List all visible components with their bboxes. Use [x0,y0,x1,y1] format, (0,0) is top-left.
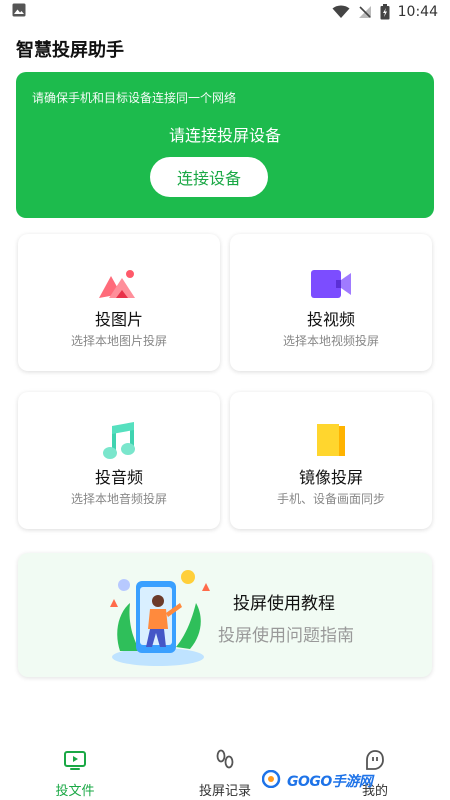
watermark-text: GOGO手游网 [287,774,373,790]
card-title: 镜像投屏 [298,468,363,487]
footprints-icon [213,748,237,772]
cast-video-card[interactable]: 投视频 选择本地视频投屏 [230,234,432,371]
network-tip: 请确保手机和目标设备连接同一个网络 [32,91,237,105]
no-signal-icon [358,5,372,19]
cast-image-card[interactable]: 投图片 选择本地图片投屏 [18,234,220,371]
gallery-notification-icon [12,3,26,21]
watermark-logo-icon [261,769,284,792]
image-icon [97,264,141,304]
tutorial-banner[interactable]: 投屏使用教程 投屏使用问题指南 [18,553,432,677]
card-title: 投图片 [94,310,143,329]
nav-cast-files[interactable]: 投文件 [35,740,115,800]
cast-audio-card[interactable]: 投音频 选择本地音频投屏 [18,392,220,529]
tutorial-title: 投屏使用教程 [233,594,335,614]
tutorial-subtitle: 投屏使用问题指南 [218,626,354,646]
card-subtitle: 选择本地音频投屏 [70,492,167,506]
card-title: 投视频 [306,310,355,329]
profile-face-icon [363,748,387,772]
battery-icon [380,4,390,20]
connect-device-button[interactable]: 连接设备 [150,157,268,197]
nav-cast-history[interactable]: 投屏记录 [185,740,265,800]
status-time: 10:44 [397,4,438,20]
nav-label: 投屏记录 [198,784,251,799]
wifi-icon [332,5,350,19]
video-icon [309,264,353,304]
tv-play-icon [63,748,87,772]
card-subtitle: 选择本地图片投屏 [70,334,167,348]
app-title: 智慧投屏助手 [16,40,124,61]
music-icon [97,422,141,462]
card-subtitle: 手机、设备画面同步 [276,492,385,506]
bottom-nav: 投文件 投屏记录 我的 [0,740,450,800]
mirror-icon [309,422,353,462]
status-bar: 10:44 [0,0,450,24]
screen-mirror-card[interactable]: 镜像投屏 手机、设备画面同步 [230,392,432,529]
card-subtitle: 选择本地视频投屏 [282,334,379,348]
watermark: GOGO手游网 [261,769,373,792]
nav-label: 投文件 [55,784,95,799]
card-title: 投音频 [94,468,143,487]
connect-prompt: 请连接投屏设备 [168,126,281,145]
status-icons: 10:44 [332,4,438,20]
tutorial-illustration [106,563,216,669]
